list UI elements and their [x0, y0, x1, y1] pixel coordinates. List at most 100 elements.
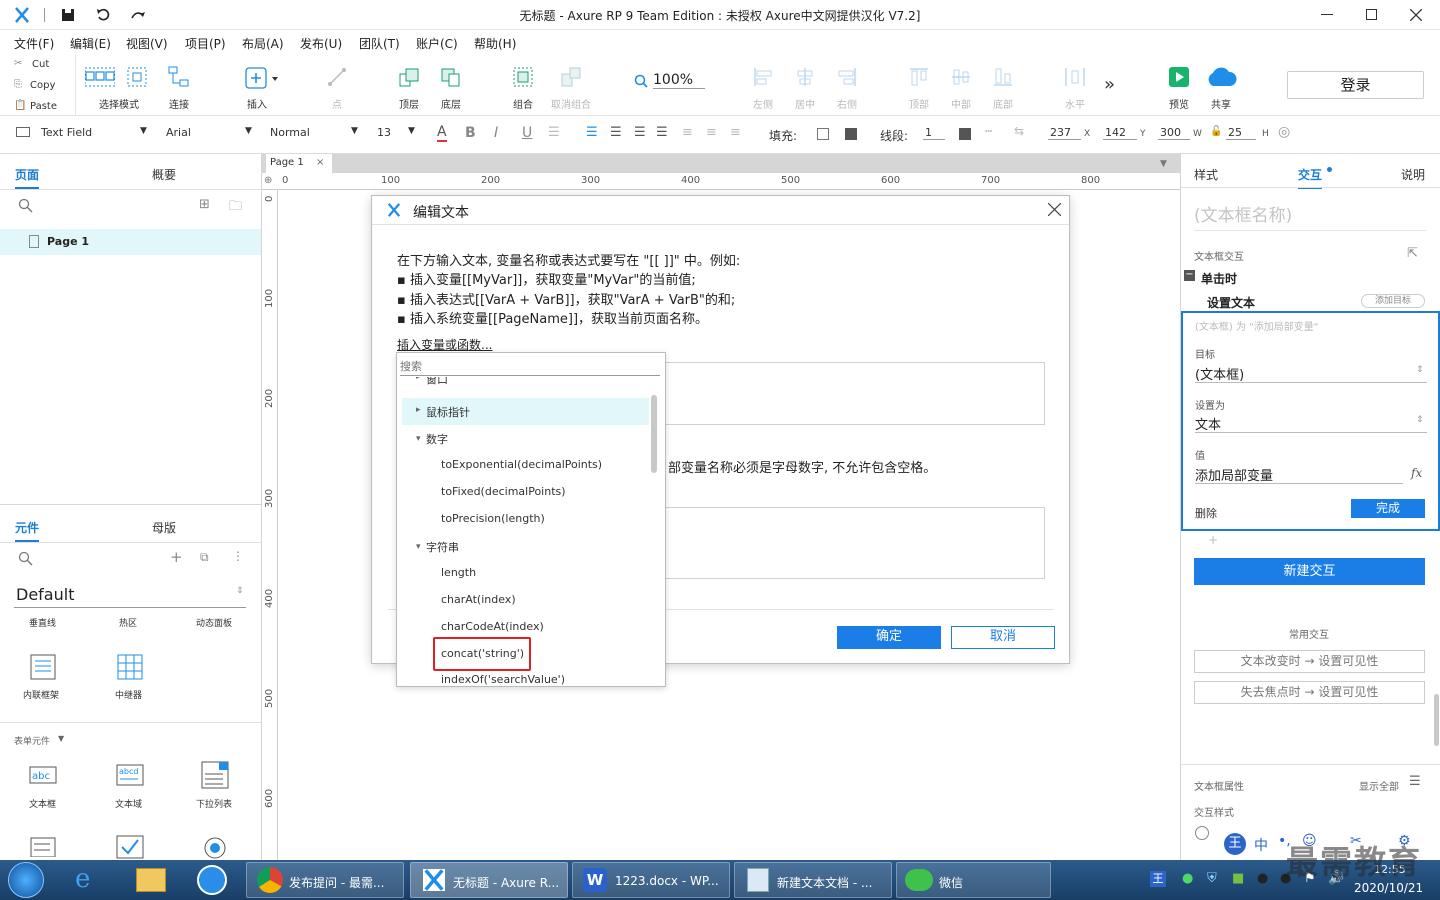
new-interaction-button[interactable]: 新建交互	[1194, 558, 1425, 585]
zoom-level[interactable]: 100%	[653, 72, 705, 89]
security-tray-icon[interactable]: ⛨	[1207, 871, 1217, 886]
ime-logo-icon[interactable]: 王	[1224, 833, 1246, 855]
text-area-icon[interactable]: abcd	[116, 764, 144, 786]
text-align-center-icon[interactable]: ☰	[610, 125, 622, 140]
maximize-button[interactable]	[1366, 9, 1377, 20]
inline-frame-icon[interactable]	[30, 654, 56, 680]
widget-text-area[interactable]: 文本域	[115, 797, 142, 810]
task-notepad[interactable]: 新建文本文档 - ...	[734, 862, 892, 898]
menu-team[interactable]: 团队(T)	[359, 35, 400, 52]
function-indexOf[interactable]: indexOf('searchValue')	[441, 673, 565, 686]
line-style-icon[interactable]: ┄	[985, 124, 992, 138]
width-input[interactable]: 300	[1158, 126, 1190, 140]
shadow-swatch[interactable]	[845, 128, 857, 140]
add-library-icon[interactable]: +	[170, 548, 183, 566]
event-onclick[interactable]: 单击时	[1201, 270, 1237, 287]
list-icon[interactable]: ☰	[548, 125, 560, 140]
close-tab-icon[interactable]: ×	[316, 157, 324, 168]
widget-name-input[interactable]: (文本框名称)	[1194, 201, 1292, 226]
function-toExponential[interactable]: toExponential(decimalPoints)	[441, 458, 602, 471]
underline-icon[interactable]: U	[522, 125, 532, 141]
line-width-input[interactable]: 1	[923, 126, 945, 140]
menu-publish[interactable]: 发布(U)	[300, 35, 342, 52]
visibility-eye-icon[interactable]: ◎	[1278, 124, 1290, 140]
library-select[interactable]: Default	[16, 585, 74, 604]
ime-tray-icon[interactable]: 王	[1150, 871, 1166, 887]
done-button[interactable]: 完成	[1351, 499, 1425, 518]
login-button[interactable]: 登录	[1287, 71, 1424, 99]
connect-icon[interactable]	[168, 66, 190, 88]
common-interaction-1[interactable]: 文本改变时 → 设置可见性	[1194, 650, 1425, 673]
dropdown-scrollbar[interactable]	[651, 395, 657, 473]
more-tools-icon[interactable]: »	[1104, 74, 1115, 95]
function-length[interactable]: length	[441, 566, 476, 579]
add-target-button[interactable]: 添加目标	[1361, 294, 1425, 308]
select-mode-icon[interactable]	[85, 66, 115, 88]
menu-project[interactable]: 项目(P)	[185, 35, 226, 52]
widget-dropdown-list[interactable]: 下拉列表	[196, 797, 232, 810]
menu-account[interactable]: 账户(C)	[416, 35, 458, 52]
function-charAt[interactable]: charAt(index)	[441, 593, 516, 606]
cut-button[interactable]: Cut	[32, 59, 49, 70]
menu-layout[interactable]: 布局(A)	[242, 35, 284, 52]
task-wps[interactable]: W 1223.docx - WP...	[572, 862, 730, 898]
function-toFixed[interactable]: toFixed(decimalPoints)	[441, 485, 566, 498]
font-select[interactable]: Arial	[166, 126, 191, 139]
x-input[interactable]: 237	[1048, 126, 1081, 140]
page-item-selected[interactable]: Page 1	[0, 229, 261, 255]
start-button[interactable]	[8, 862, 44, 898]
paste-button[interactable]: Paste	[30, 101, 57, 112]
expand-interaction-icon[interactable]: ⇱	[1407, 246, 1418, 261]
text-align-right-icon[interactable]: ☰	[634, 125, 646, 140]
tree-item-mouse-pointer[interactable]: ▸ 鼠标指针	[402, 398, 649, 425]
action-set-text[interactable]: 设置文本	[1207, 294, 1255, 311]
function-search-input[interactable]	[400, 357, 660, 376]
add-page-icon[interactable]: ⊞	[199, 197, 210, 212]
function-toPrecision[interactable]: toPrecision(length)	[441, 512, 545, 525]
group-icon[interactable]	[512, 66, 534, 88]
function-charCodeAt[interactable]: charCodeAt(index)	[441, 620, 544, 633]
close-window-icon[interactable]	[1410, 9, 1422, 21]
library-options-icon[interactable]: ⧉	[200, 550, 209, 565]
delete-action-button[interactable]: 删除	[1195, 505, 1217, 521]
y-input[interactable]: 142	[1103, 126, 1137, 140]
widget-inline-frame[interactable]: 内联框架	[23, 688, 59, 701]
height-input[interactable]: 25	[1226, 126, 1256, 140]
style-select[interactable]: Normal	[270, 126, 310, 139]
form-section-label[interactable]: 表单元件	[14, 734, 50, 747]
right-panel-scrollbar[interactable]	[1434, 694, 1439, 746]
radio-button-icon[interactable]	[201, 835, 229, 859]
interaction-style-radio[interactable]	[1195, 826, 1209, 840]
line-color-swatch[interactable]	[959, 128, 971, 140]
lock-icon[interactable]: 🔓	[1210, 126, 1222, 137]
copy-button[interactable]: Copy	[30, 80, 55, 91]
common-interaction-2[interactable]: 失去焦点时 → 设置可见性	[1194, 681, 1425, 704]
italic-icon[interactable]: I	[494, 125, 498, 141]
more-vertical-icon[interactable]: ⋮	[232, 549, 244, 563]
widget-vertical-line[interactable]: 垂直线	[29, 616, 56, 629]
tree-group-string[interactable]: 字符串	[426, 539, 459, 555]
widget-repeater[interactable]: 中继器	[115, 688, 142, 701]
list-box-icon[interactable]	[30, 837, 56, 857]
nvidia-tray-icon[interactable]: ■	[1232, 871, 1244, 886]
menu-edit[interactable]: 编辑(E)	[70, 35, 111, 52]
valign-top-icon[interactable]: ≡	[682, 125, 693, 140]
task-axure[interactable]: 无标题 - Axure R...	[410, 862, 568, 898]
widget-dynamic-panel[interactable]: 动态面板	[196, 616, 232, 629]
widget-text-field[interactable]: 文本框	[29, 797, 56, 810]
minimize-button[interactable]	[1321, 14, 1333, 15]
text-justify-icon[interactable]: ☰	[656, 125, 668, 140]
wechat-tray-icon[interactable]: ●	[1182, 871, 1193, 886]
tab-interaction[interactable]: 交互	[1298, 166, 1323, 189]
set-as-select[interactable]: 文本	[1195, 414, 1221, 433]
checkbox-icon[interactable]	[116, 835, 144, 859]
valign-middle-icon[interactable]: ≡	[706, 125, 717, 140]
tab-notes[interactable]: 说明	[1401, 166, 1425, 183]
select-contained-icon[interactable]	[126, 66, 148, 88]
tab-pages[interactable]: 页面	[15, 166, 40, 189]
tree-item-window-partial[interactable]: ▸ 窗口	[402, 377, 649, 386]
widget-type-select[interactable]: Text Field	[41, 126, 92, 139]
collapse-event-icon[interactable]: −	[1184, 270, 1195, 281]
add-folder-icon[interactable]: 🗀	[229, 197, 242, 219]
tab-widgets[interactable]: 元件	[15, 519, 40, 542]
